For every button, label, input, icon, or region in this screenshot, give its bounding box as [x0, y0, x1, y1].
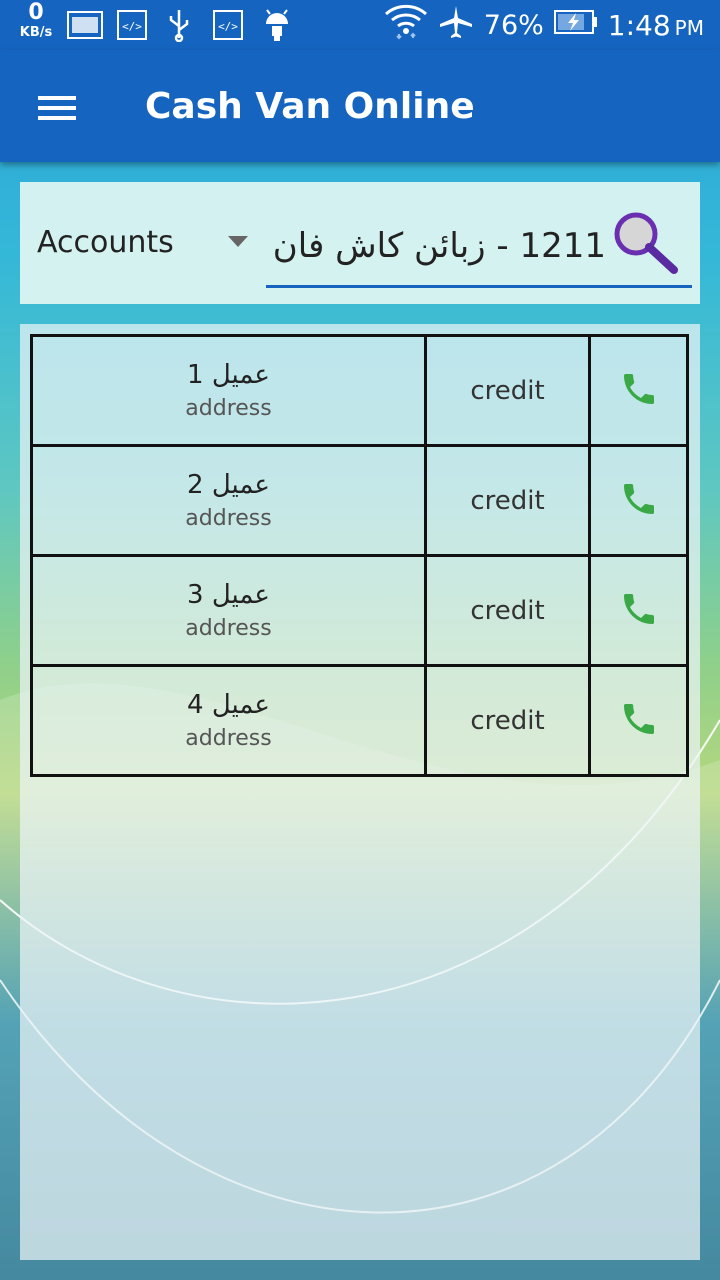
clock-time: 1:48	[607, 8, 671, 42]
status-bar: 0 KB/s </> </> 76% 1:48 PM	[0, 0, 720, 50]
app-title: Cash Van Online	[145, 86, 475, 127]
customers-panel: عميل 1 address credit عميل 2 address cre…	[20, 324, 700, 1260]
android-icon	[260, 8, 294, 42]
code-icon: </>	[116, 8, 148, 42]
credit-cell: credit	[424, 334, 591, 447]
category-dropdown-label[interactable]: Accounts	[37, 225, 174, 260]
network-speed-value: 0	[28, 0, 44, 25]
usb-icon	[164, 8, 194, 42]
dropdown-arrow-icon[interactable]	[228, 236, 248, 247]
svg-text:</>: </>	[122, 20, 142, 33]
customer-name: عميل 4	[187, 690, 270, 720]
customer-name: عميل 1	[187, 360, 270, 390]
customer-name: عميل 2	[187, 470, 270, 500]
battery-charging-icon	[553, 9, 598, 42]
battery-percent: 76%	[483, 9, 544, 41]
clock: 1:48 PM	[608, 9, 704, 42]
customers-table: عميل 1 address credit عميل 2 address cre…	[30, 334, 689, 777]
customer-name: عميل 3	[187, 580, 270, 610]
phone-icon[interactable]	[619, 589, 659, 629]
airplane-icon	[438, 4, 474, 47]
customer-address: address	[185, 616, 272, 641]
customer-cell[interactable]: عميل 4 address	[30, 664, 427, 777]
table-row[interactable]: عميل 3 address credit	[30, 554, 689, 667]
call-button[interactable]	[588, 444, 689, 557]
customer-cell[interactable]: عميل 1 address	[30, 334, 427, 447]
code-icon: </>	[212, 8, 244, 42]
call-button[interactable]	[588, 554, 689, 667]
credit-cell: credit	[424, 444, 591, 557]
call-button[interactable]	[588, 334, 689, 447]
wifi-icon	[384, 2, 428, 49]
clock-ampm: PM	[674, 15, 704, 40]
customer-address: address	[185, 726, 272, 751]
customer-address: address	[185, 396, 272, 421]
phone-icon[interactable]	[619, 479, 659, 519]
table-row[interactable]: عميل 1 address credit	[30, 334, 689, 447]
image-icon	[66, 8, 104, 42]
credit-cell: credit	[424, 664, 591, 777]
search-panel: Accounts	[20, 182, 700, 304]
status-right: 76% 1:48 PM	[384, 0, 704, 50]
table-row[interactable]: عميل 4 address credit	[30, 664, 689, 777]
credit-cell: credit	[424, 554, 591, 667]
app-bar: Cash Van Online	[0, 50, 720, 162]
search-input[interactable]	[266, 216, 606, 276]
network-speed: 0 KB/s	[14, 0, 58, 40]
phone-icon[interactable]	[619, 369, 659, 409]
hamburger-menu-icon[interactable]	[26, 84, 86, 130]
call-button[interactable]	[588, 664, 689, 777]
customer-cell[interactable]: عميل 2 address	[30, 444, 427, 557]
customer-address: address	[185, 506, 272, 531]
phone-icon[interactable]	[619, 699, 659, 739]
table-row[interactable]: عميل 2 address credit	[30, 444, 689, 557]
customer-cell[interactable]: عميل 3 address	[30, 554, 427, 667]
magnifier-icon[interactable]	[608, 206, 682, 280]
network-speed-unit: KB/s	[19, 25, 53, 40]
svg-text:</>: </>	[218, 20, 238, 33]
